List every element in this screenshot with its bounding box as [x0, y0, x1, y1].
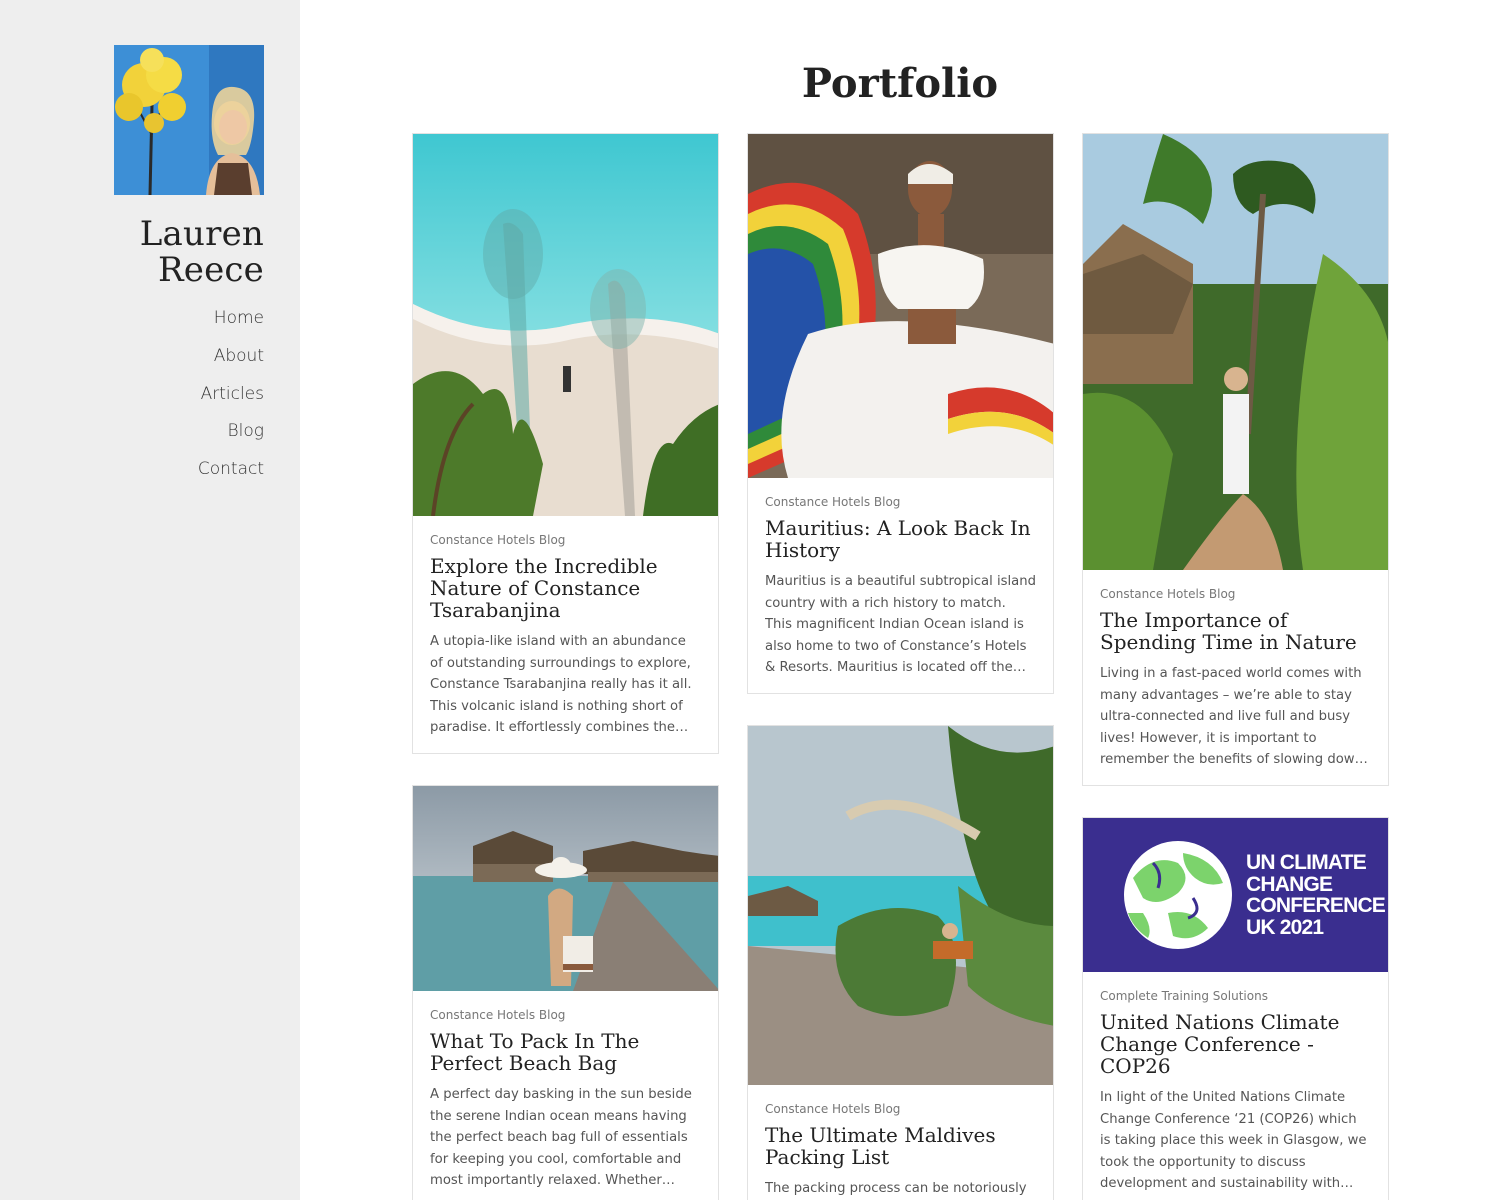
sidebar: Lauren Reece Home About Articles Blog Co… [0, 0, 300, 1200]
card-excerpt: A perfect day basking in the sun beside … [430, 1087, 692, 1189]
card-title[interactable]: Explore the Incredible Nature of Constan… [430, 555, 701, 621]
card-image[interactable] [413, 786, 718, 991]
card-category: Complete Training Solutions [1100, 989, 1268, 1003]
nav-about[interactable]: About [44, 342, 264, 380]
nav-blog[interactable]: Blog [44, 417, 264, 455]
card-excerpt: Living in a fast-paced world comes with … [1100, 666, 1363, 768]
logo-line-1: UN CLIMATE [1246, 851, 1367, 874]
card-category: Constance Hotels Blog [430, 1008, 566, 1022]
card-title[interactable]: United Nations Climate Change Conference… [1100, 1011, 1371, 1077]
card-excerpt: Mauritius is a beautiful subtropical isl… [765, 574, 1036, 676]
card-image[interactable] [1083, 134, 1388, 570]
main-nav: Home About Articles Blog Contact [44, 304, 264, 493]
card-category: Constance Hotels Blog [1100, 587, 1236, 601]
card-image[interactable] [748, 134, 1053, 478]
portfolio-card[interactable]: Constance Hotels Blog Explore the Incred… [412, 133, 719, 754]
cop26-logo-text: UN CLIMATE CHANGE CONFERENCE UK 2021 [1246, 852, 1386, 938]
card-image[interactable] [413, 134, 718, 516]
card-excerpt: In light of the United Nations Climate C… [1100, 1090, 1367, 1192]
page-title: Portfolio [801, 60, 999, 107]
avatar[interactable] [114, 45, 264, 195]
portfolio-card[interactable]: Constance Hotels Blog The Importance of … [1082, 133, 1389, 786]
card-category: Constance Hotels Blog [765, 495, 901, 509]
site-name[interactable]: Lauren Reece [24, 216, 264, 288]
card-image[interactable] [748, 726, 1053, 1085]
nav-articles[interactable]: Articles [44, 380, 264, 418]
card-title[interactable]: The Importance of Spending Time in Natur… [1100, 609, 1371, 653]
card-title[interactable]: What To Pack In The Perfect Beach Bag [430, 1030, 701, 1074]
card-excerpt: A utopia-like island with an abundance o… [430, 634, 692, 736]
card-title[interactable]: Mauritius: A Look Back In History [765, 517, 1036, 561]
card-category: Constance Hotels Blog [765, 1102, 901, 1116]
logo-line-4: UK 2021 [1246, 915, 1324, 939]
portfolio-card[interactable]: Constance Hotels Blog Mauritius: A Look … [747, 133, 1054, 694]
nav-contact[interactable]: Contact [44, 455, 264, 493]
card-category: Constance Hotels Blog [430, 533, 566, 547]
card-title[interactable]: The Ultimate Maldives Packing List [765, 1124, 1036, 1168]
portfolio-card[interactable]: Constance Hotels Blog The Ultimate Maldi… [747, 725, 1054, 1200]
nav-home[interactable]: Home [44, 304, 264, 342]
logo-line-3: CONFERENCE [1246, 894, 1386, 917]
logo-line-2: CHANGE [1246, 872, 1333, 896]
portfolio-card[interactable]: Constance Hotels Blog What To Pack In Th… [412, 785, 719, 1200]
portfolio-card[interactable]: UN CLIMATE CHANGE CONFERENCE UK 2021 Com… [1082, 817, 1389, 1200]
card-excerpt: The packing process can be notoriously [765, 1181, 1027, 1196]
card-image[interactable]: UN CLIMATE CHANGE CONFERENCE UK 2021 [1083, 818, 1388, 972]
